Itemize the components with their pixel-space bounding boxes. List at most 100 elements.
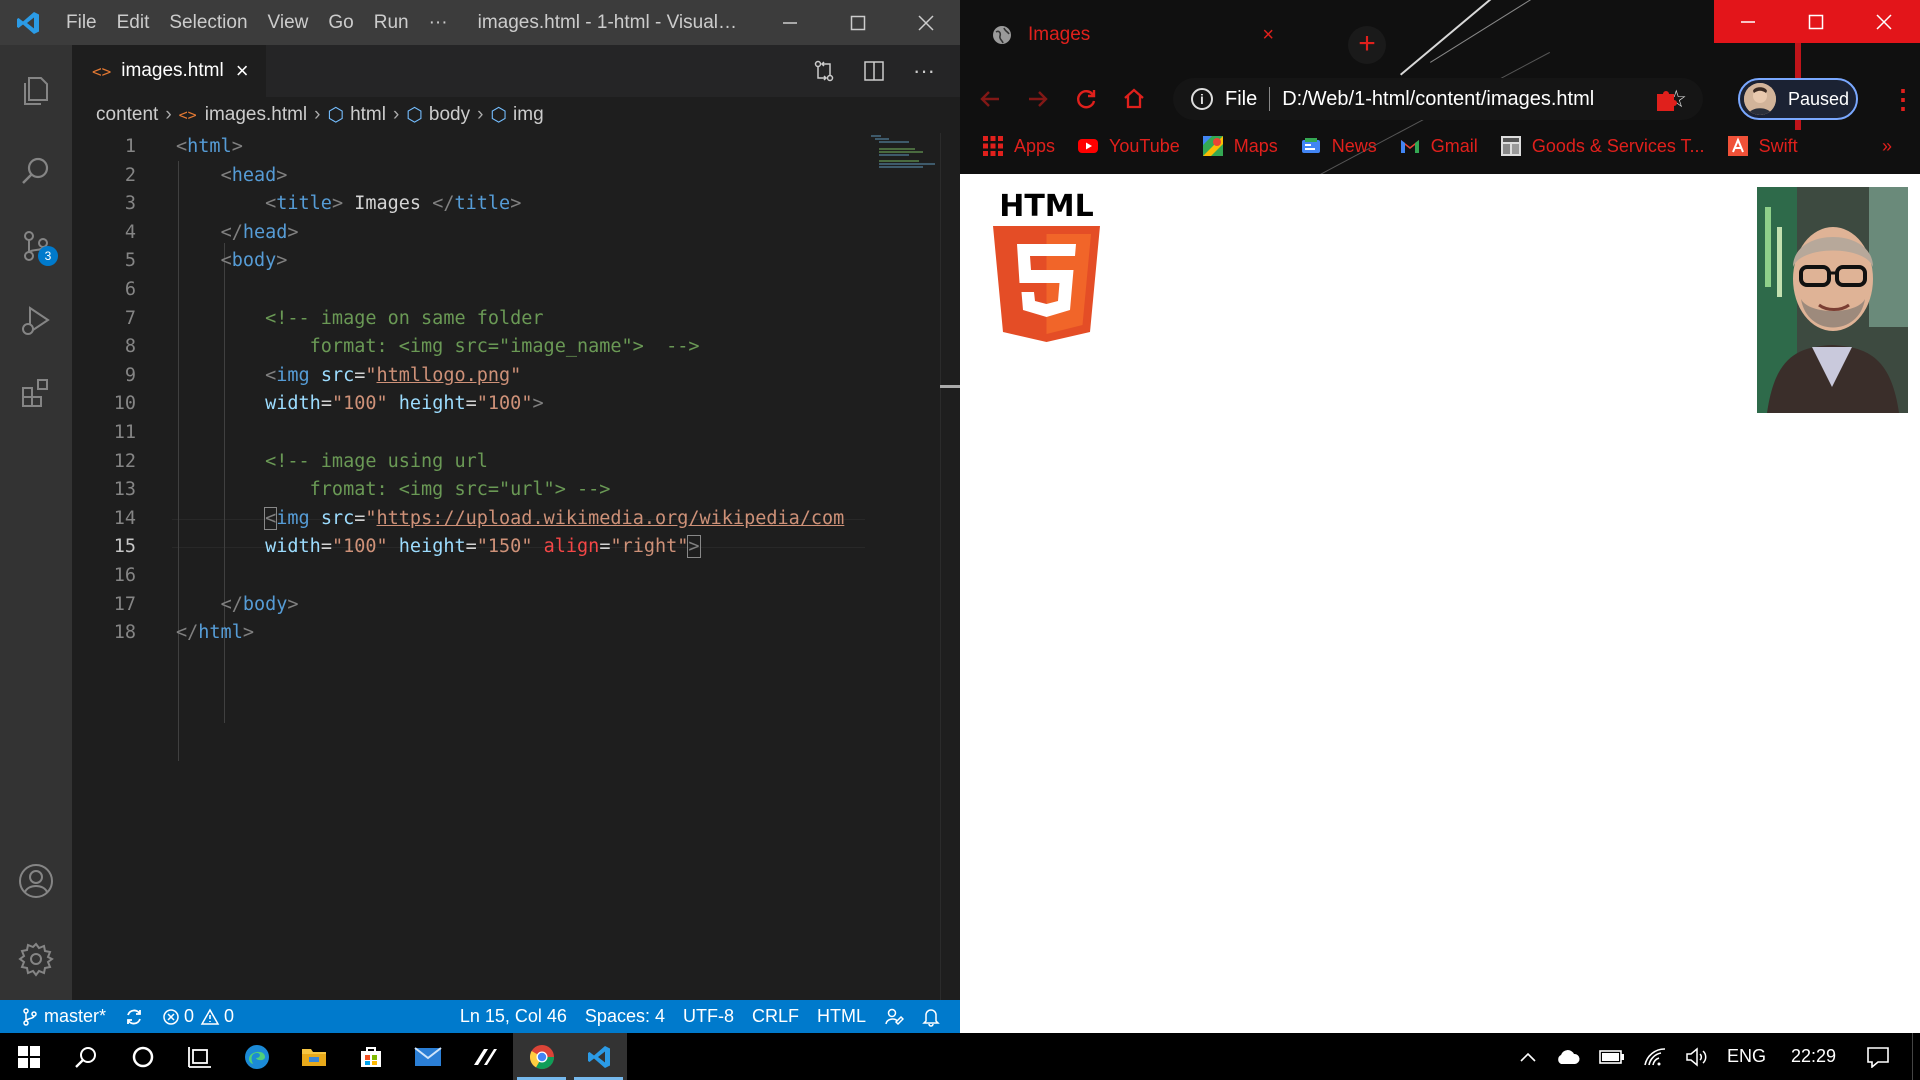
tab-images-html[interactable]: <> images.html ×: [72, 45, 266, 97]
end-of-line[interactable]: CRLF: [743, 1000, 808, 1033]
vscode-logo-icon[interactable]: [0, 0, 56, 45]
page-content: HTML: [960, 174, 1920, 1033]
chrome-minimize-button[interactable]: [1714, 0, 1782, 43]
bookmark-youtube[interactable]: YouTube: [1077, 135, 1180, 157]
indentation[interactable]: Spaces: 4: [576, 1000, 674, 1033]
clock[interactable]: 22:29: [1775, 1033, 1858, 1080]
bookmark-gmail[interactable]: Gmail: [1399, 135, 1478, 157]
breadcrumb-item-folder[interactable]: content: [96, 104, 158, 126]
more-actions-icon[interactable]: ···: [906, 53, 942, 89]
breadcrumb-item-body[interactable]: body: [429, 104, 470, 126]
tab-close-icon[interactable]: ×: [1262, 24, 1274, 47]
menu-selection[interactable]: Selection: [159, 0, 257, 45]
search-icon[interactable]: [0, 135, 72, 207]
show-hidden-chevron-up-icon[interactable]: [1510, 1033, 1546, 1080]
menu-more[interactable]: ···: [419, 0, 458, 45]
breadcrumb-item-file[interactable]: images.html: [205, 104, 307, 126]
html5-logo-text: HTML: [999, 189, 1094, 224]
bookmark-swift[interactable]: Swift: [1727, 135, 1798, 157]
bookmark-news[interactable]: News: [1300, 135, 1377, 157]
accounts-icon[interactable]: [0, 845, 72, 917]
breadcrumb-item-html[interactable]: html: [350, 104, 386, 126]
code-comment: <!-- image using url: [265, 450, 488, 472]
menu-edit[interactable]: Edit: [107, 0, 160, 45]
input-language[interactable]: ENG: [1718, 1033, 1775, 1080]
error-icon: [163, 1008, 179, 1025]
code-token: html: [198, 622, 243, 644]
extensions-icon[interactable]: [0, 357, 72, 429]
menu-view[interactable]: View: [258, 0, 319, 45]
extensions-puzzle-icon[interactable]: [1652, 84, 1682, 114]
sync-button[interactable]: [115, 1000, 153, 1033]
tab-close-icon[interactable]: ×: [236, 58, 249, 84]
code-token: "100": [331, 536, 388, 558]
battery-icon[interactable]: [1590, 1033, 1634, 1080]
site-info-icon[interactable]: i: [1191, 88, 1213, 110]
chrome-taskbar-icon[interactable]: [513, 1033, 570, 1080]
branch-indicator[interactable]: master*: [0, 1000, 115, 1033]
split-editor-icon[interactable]: [856, 53, 892, 89]
run-debug-icon[interactable]: [0, 285, 72, 357]
bookmark-goods-services[interactable]: Goods & Services T...: [1500, 135, 1705, 157]
open-changes-icon[interactable]: [806, 53, 842, 89]
address-bar[interactable]: i File D:/Web/1-html/content/images.html…: [1173, 78, 1703, 120]
bookmarks-overflow-chevron-icon[interactable]: »: [1882, 136, 1892, 157]
task-view-icon[interactable]: [171, 1033, 228, 1080]
line-number: 2: [124, 164, 136, 186]
breadcrumb-item-img[interactable]: img: [513, 104, 544, 126]
windows-start-icon[interactable]: [0, 1033, 57, 1080]
taskbar-search-icon[interactable]: [57, 1033, 114, 1080]
show-desktop-button[interactable]: [1912, 1033, 1920, 1080]
reload-icon[interactable]: [1062, 76, 1110, 122]
editor-scrollbar[interactable]: [940, 133, 960, 1000]
tab-label: images.html: [121, 60, 224, 81]
code-editor[interactable]: 1 <html> 2 <head> 3 <title> Images </titl…: [72, 133, 960, 1000]
store-icon[interactable]: [342, 1033, 399, 1080]
code-link[interactable]: https://upload.wikimedia.org/wikipedia/c…: [377, 508, 845, 529]
minimap[interactable]: [865, 133, 945, 1000]
file-explorer-icon[interactable]: [285, 1033, 342, 1080]
bookmarks-bar: Apps YouTube Maps News Gmail Goods & Ser…: [960, 128, 1920, 164]
code-token: "100": [476, 393, 533, 415]
browser-tab-images[interactable]: Images ×: [972, 10, 1292, 60]
language-mode[interactable]: HTML: [808, 1000, 875, 1033]
symbol-cube-icon: ⬡: [327, 104, 345, 126]
volume-icon[interactable]: [1676, 1033, 1718, 1080]
wifi-icon[interactable]: [1634, 1033, 1676, 1080]
code-link[interactable]: htmllogo.png: [377, 365, 511, 386]
close-button[interactable]: [892, 0, 960, 45]
action-center-icon[interactable]: [1858, 1033, 1912, 1080]
profile-button[interactable]: Paused: [1738, 78, 1858, 120]
cursor-position[interactable]: Ln 15, Col 46: [451, 1000, 576, 1033]
encoding[interactable]: UTF-8: [674, 1000, 743, 1033]
onedrive-cloud-icon[interactable]: [1546, 1033, 1590, 1080]
forward-arrow-icon[interactable]: [1014, 76, 1062, 122]
back-arrow-icon[interactable]: [966, 76, 1014, 122]
bookmark-apps[interactable]: Apps: [982, 135, 1055, 157]
source-control-icon[interactable]: 3: [0, 210, 72, 282]
problems-indicator[interactable]: 0 0: [153, 1000, 243, 1033]
new-tab-button[interactable]: +: [1348, 26, 1386, 64]
menu-run[interactable]: Run: [364, 0, 419, 45]
url-text[interactable]: D:/Web/1-html/content/images.html: [1282, 88, 1594, 111]
chrome-close-button[interactable]: [1850, 0, 1918, 43]
close-icon: [918, 14, 934, 31]
menu-file[interactable]: File: [56, 0, 107, 45]
cortana-icon[interactable]: [114, 1033, 171, 1080]
bookmark-maps[interactable]: Maps: [1202, 135, 1278, 157]
chrome-maximize-button[interactable]: [1782, 0, 1850, 43]
maximize-button[interactable]: [824, 0, 892, 45]
settings-gear-icon[interactable]: [0, 923, 72, 995]
explorer-icon[interactable]: [0, 55, 72, 127]
kebab-menu-icon[interactable]: ⋮: [1890, 84, 1916, 115]
vscode-taskbar-icon[interactable]: [570, 1033, 627, 1080]
notifications-bell-icon[interactable]: [913, 1000, 960, 1033]
mail-icon[interactable]: [399, 1033, 456, 1080]
pen-app-icon[interactable]: [456, 1033, 513, 1080]
feedback-icon[interactable]: [875, 1000, 913, 1033]
edge-icon[interactable]: [228, 1033, 285, 1080]
menu-go[interactable]: Go: [318, 0, 363, 45]
home-icon[interactable]: [1110, 76, 1158, 122]
symbol-cube-icon: ⬡: [490, 104, 508, 126]
minimize-button[interactable]: [756, 0, 824, 45]
